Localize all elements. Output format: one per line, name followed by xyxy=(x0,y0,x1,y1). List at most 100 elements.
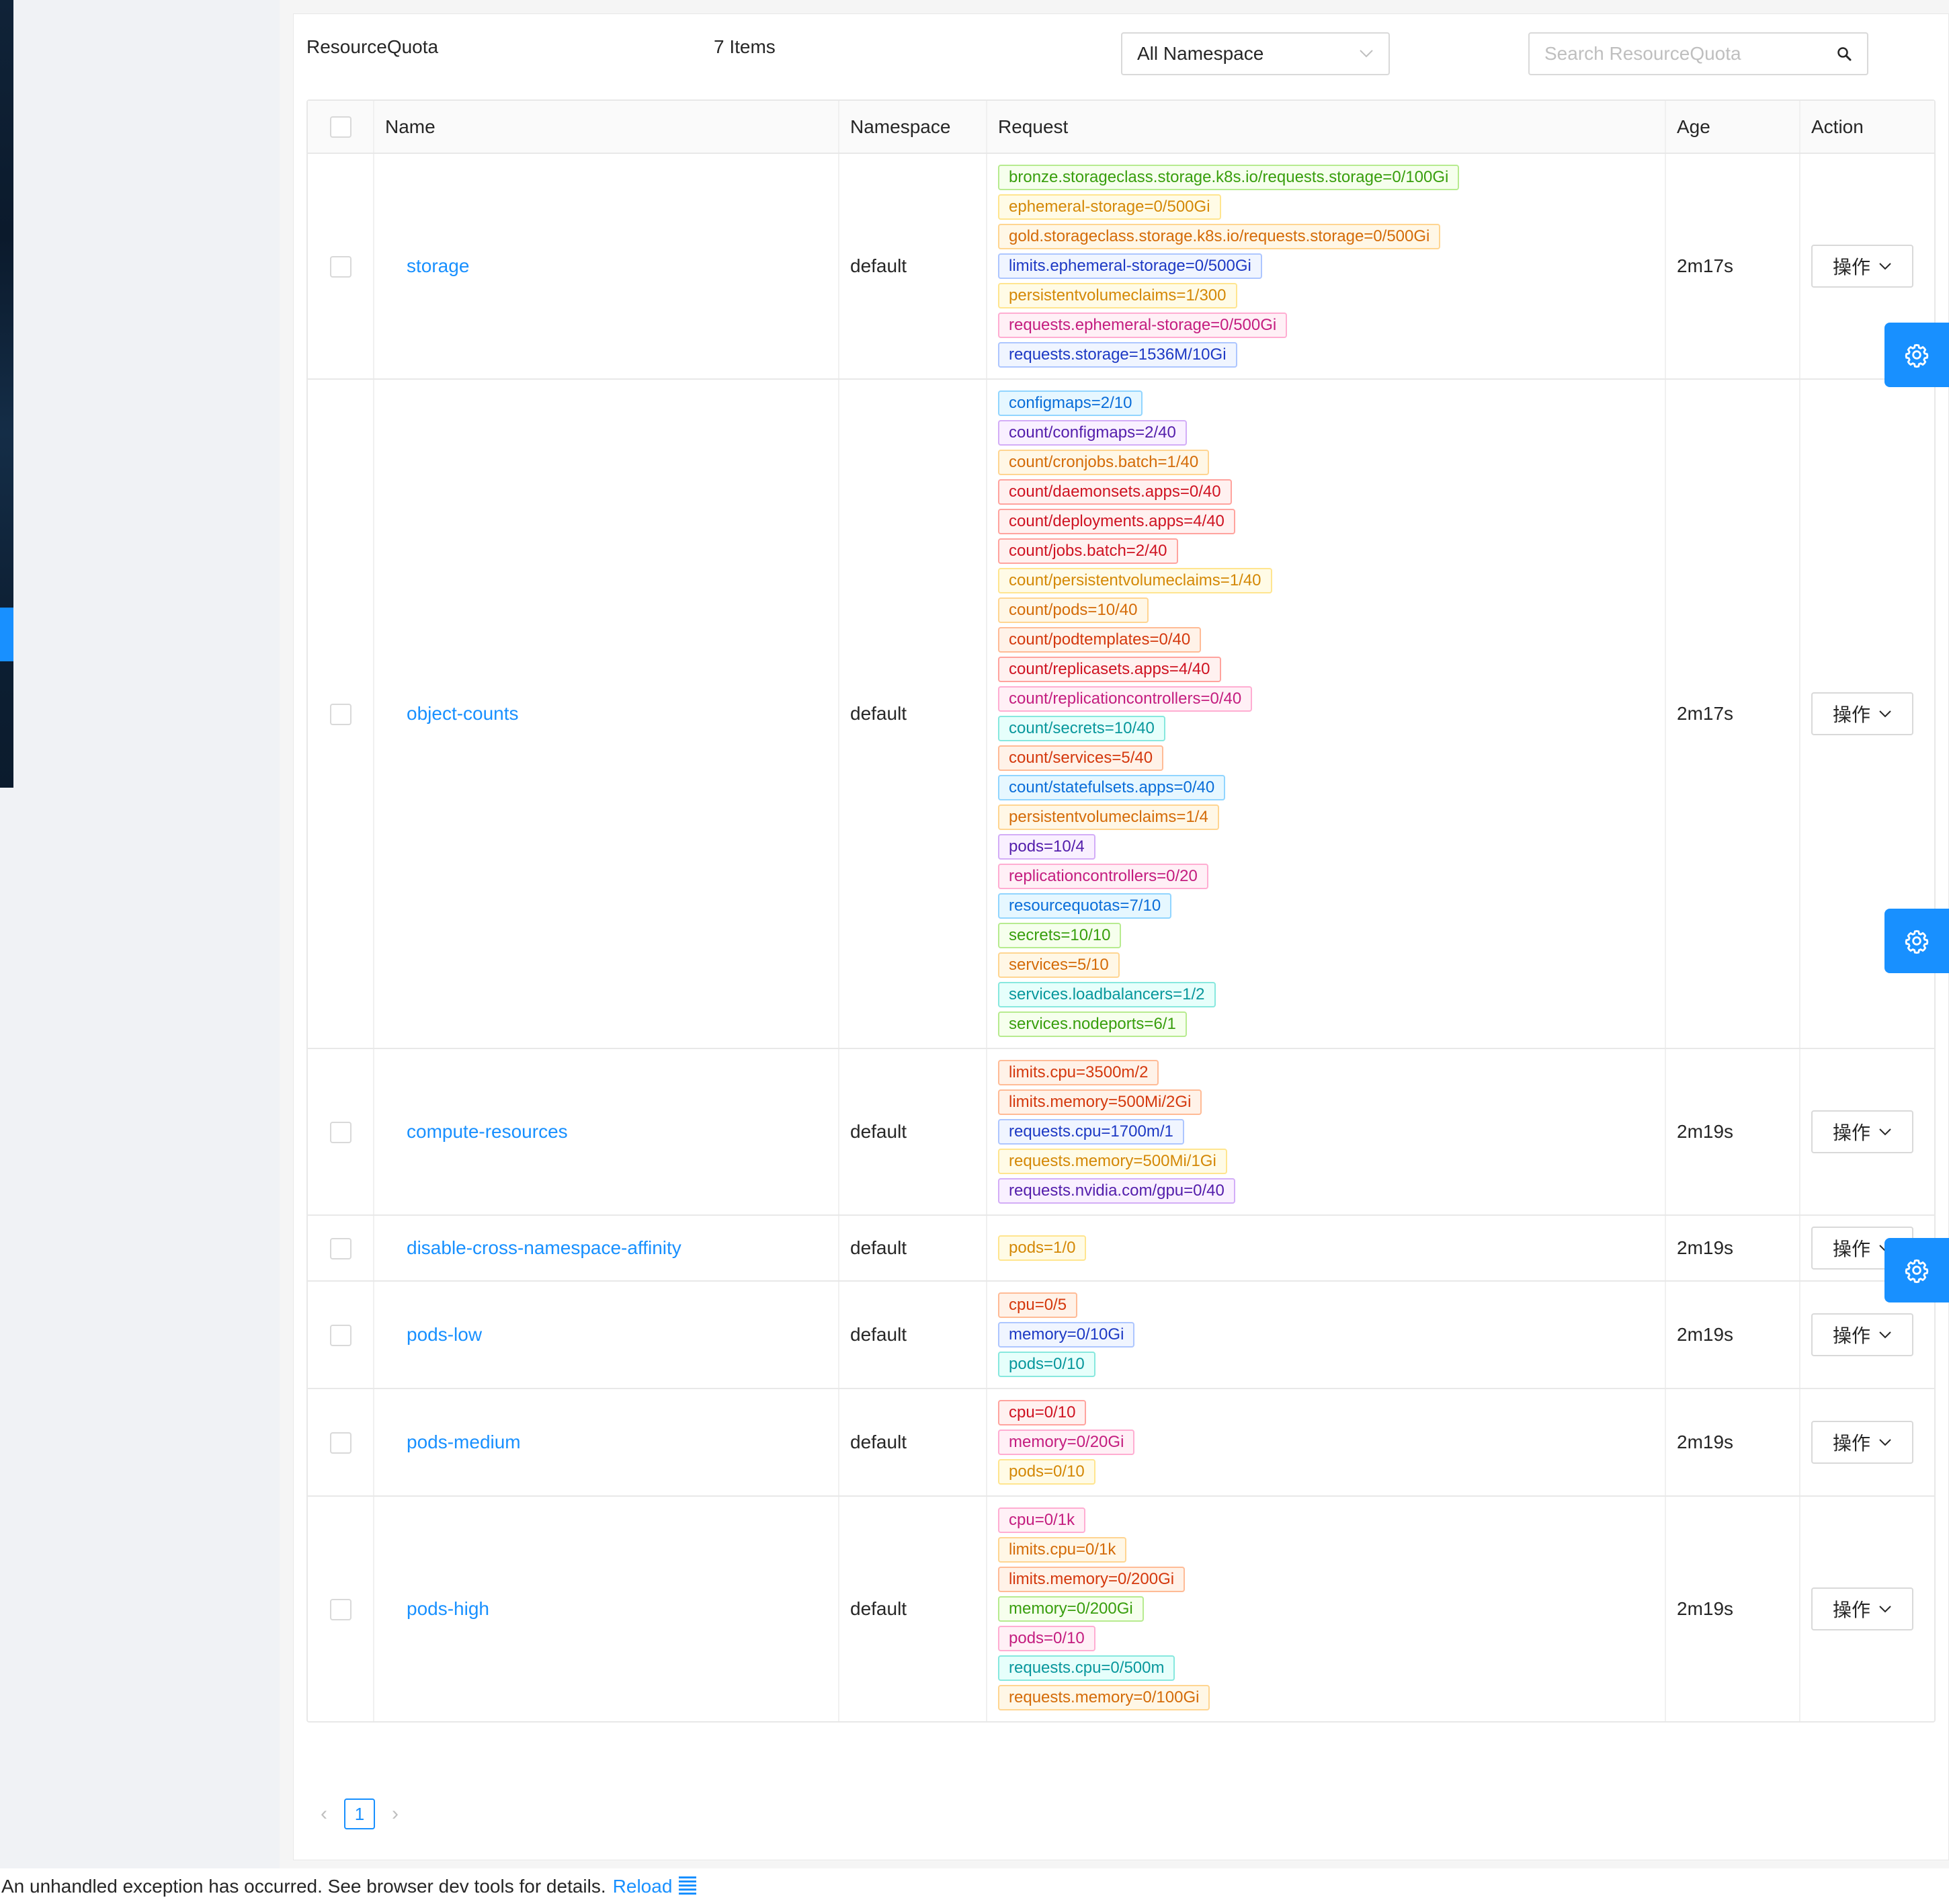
page-number[interactable]: 1 xyxy=(344,1798,375,1829)
age-cell: 2m17s xyxy=(1665,379,1800,1049)
table-row: compute-resources default limits.cpu=3500m… xyxy=(308,1048,1934,1216)
menu-lines-icon[interactable] xyxy=(679,1876,697,1897)
action-dropdown-button[interactable]: 操作 xyxy=(1811,692,1914,735)
column-header-namespace[interactable]: Namespace xyxy=(839,101,987,154)
request-tag: count/services=5/40 xyxy=(998,745,1164,771)
request-tag: requests.nvidia.com/gpu=0/40 xyxy=(998,1178,1235,1204)
action-cell: 操作 xyxy=(1800,1048,1934,1216)
request-tag: requests.memory=500Mi/1Gi xyxy=(998,1149,1227,1174)
column-header-request: Request xyxy=(987,101,1666,154)
resourcequota-name-link[interactable]: pods-low xyxy=(385,1324,482,1346)
column-header-age[interactable]: Age xyxy=(1665,101,1800,154)
request-cell: configmaps=2/10 count/configmaps=2/40 coun… xyxy=(987,379,1666,1049)
resourcequota-name-link[interactable]: storage xyxy=(385,255,469,277)
column-header-name[interactable]: Name xyxy=(374,101,839,154)
column-header-action: Action xyxy=(1800,101,1934,154)
settings-fab-1[interactable] xyxy=(1884,323,1949,387)
resourcequota-name-link[interactable]: compute-resources xyxy=(385,1121,568,1143)
chevron-right-icon[interactable]: › xyxy=(388,1803,402,1825)
request-tag: resourcequotas=7/10 xyxy=(998,893,1172,919)
request-tag: persistentvolumeclaims=1/4 xyxy=(998,804,1219,830)
request-tag: limits.cpu=3500m/2 xyxy=(998,1060,1159,1085)
action-button-label: 操作 xyxy=(1833,1600,1871,1620)
action-button-label: 操作 xyxy=(1833,1122,1871,1143)
request-tag: services.loadbalancers=1/2 xyxy=(998,982,1216,1007)
search-box[interactable] xyxy=(1528,32,1868,75)
gear-icon xyxy=(1905,343,1929,368)
row-select-cell xyxy=(308,1496,374,1721)
action-dropdown-button[interactable]: 操作 xyxy=(1811,245,1914,288)
row-checkbox[interactable] xyxy=(329,1121,351,1143)
settings-fab-3[interactable] xyxy=(1884,1238,1949,1302)
row-checkbox[interactable] xyxy=(329,1432,351,1454)
row-checkbox[interactable] xyxy=(329,1324,351,1346)
action-button-label: 操作 xyxy=(1833,1433,1871,1454)
error-bar: An unhandled exception has occurred. See… xyxy=(0,1868,1949,1904)
request-tag-list: pods=1/0 xyxy=(998,1235,1654,1261)
table-row: storage default bronze.storageclass.storag… xyxy=(308,153,1934,380)
resourcequota-name-link[interactable]: pods-high xyxy=(385,1598,489,1620)
request-cell: limits.cpu=3500m/2 limits.memory=500Mi/2G… xyxy=(987,1048,1666,1216)
row-select-cell xyxy=(308,379,374,1049)
row-checkbox[interactable] xyxy=(329,1237,351,1259)
table-row: pods-medium default cpu=0/10 memory=0/20Gi p… xyxy=(308,1389,1934,1497)
request-tag: count/cronjobs.batch=1/40 xyxy=(998,450,1210,475)
action-cell: 操作 xyxy=(1800,1389,1934,1497)
row-checkbox[interactable] xyxy=(329,1598,351,1620)
request-tag: pods=1/0 xyxy=(998,1235,1087,1261)
chevron-down-icon xyxy=(1879,1128,1891,1136)
row-checkbox[interactable] xyxy=(329,703,351,725)
row-select-cell xyxy=(308,1389,374,1497)
gear-icon xyxy=(1905,929,1929,954)
pagination: ‹ 1 › xyxy=(317,1798,402,1829)
request-tag: configmaps=2/10 xyxy=(998,390,1143,416)
table-body: storage default bronze.storageclass.storag… xyxy=(308,153,1934,1721)
action-dropdown-button[interactable]: 操作 xyxy=(1811,1313,1914,1356)
request-tag: requests.ephemeral-storage=0/500Gi xyxy=(998,313,1288,338)
request-tag: limits.ephemeral-storage=0/500Gi xyxy=(998,253,1262,279)
request-cell: cpu=0/1k limits.cpu=0/1k limits.memory=0/2… xyxy=(987,1496,1666,1721)
namespace-cell: default xyxy=(839,153,987,380)
row-select-cell xyxy=(308,1281,374,1389)
name-cell: storage xyxy=(374,153,839,380)
request-tag: requests.cpu=0/500m xyxy=(998,1655,1175,1681)
select-all-checkbox[interactable] xyxy=(329,116,351,138)
search-input[interactable] xyxy=(1544,43,1827,65)
request-tag: secrets=10/10 xyxy=(998,923,1122,948)
row-checkbox[interactable] xyxy=(329,255,351,278)
action-dropdown-button[interactable]: 操作 xyxy=(1811,1110,1914,1153)
request-tag: count/pods=10/40 xyxy=(998,597,1149,623)
chevron-left-icon[interactable]: ‹ xyxy=(317,1803,331,1825)
name-cell: pods-low xyxy=(374,1281,839,1389)
chevron-down-icon xyxy=(1879,1606,1891,1613)
request-tag: pods=0/10 xyxy=(998,1459,1095,1485)
namespace-select[interactable]: All Namespace xyxy=(1121,32,1390,75)
chevron-down-icon xyxy=(1879,263,1891,270)
request-cell: cpu=0/10 memory=0/20Gi pods=0/10 xyxy=(987,1389,1666,1497)
error-message: An unhandled exception has occurred. See… xyxy=(1,1875,606,1897)
request-tag: requests.cpu=1700m/1 xyxy=(998,1119,1184,1145)
action-button-label: 操作 xyxy=(1833,1239,1871,1259)
row-select-cell xyxy=(308,1215,374,1282)
search-icon[interactable] xyxy=(1836,46,1852,62)
request-tag: count/daemonsets.apps=0/40 xyxy=(998,479,1232,505)
resourcequota-name-link[interactable]: pods-medium xyxy=(385,1432,521,1453)
action-dropdown-button[interactable]: 操作 xyxy=(1811,1421,1914,1464)
request-tag-list: bronze.storageclass.storage.k8s.io/reque… xyxy=(998,165,1654,368)
age-cell: 2m19s xyxy=(1665,1389,1800,1497)
request-tag: replicationcontrollers=0/20 xyxy=(998,864,1208,889)
sidebar-active-indicator xyxy=(0,608,13,661)
action-dropdown-button[interactable]: 操作 xyxy=(1811,1587,1914,1630)
resourcequota-table: Name Namespace Request Age Action storag… xyxy=(306,99,1936,1723)
request-tag: count/configmaps=2/40 xyxy=(998,420,1187,446)
resourcequota-name-link[interactable]: object-counts xyxy=(385,703,519,725)
request-tag: memory=0/200Gi xyxy=(998,1596,1144,1622)
resourcequota-name-link[interactable]: disable-cross-namespace-affinity xyxy=(385,1237,681,1259)
request-tag: cpu=0/5 xyxy=(998,1292,1078,1318)
reload-link[interactable]: Reload xyxy=(613,1876,673,1897)
request-tag: count/secrets=10/40 xyxy=(998,716,1165,741)
request-tag-list: limits.cpu=3500m/2 limits.memory=500Mi/2G… xyxy=(998,1060,1654,1204)
namespace-cell: default xyxy=(839,379,987,1049)
header-select-cell xyxy=(308,101,374,154)
settings-fab-2[interactable] xyxy=(1884,909,1949,973)
